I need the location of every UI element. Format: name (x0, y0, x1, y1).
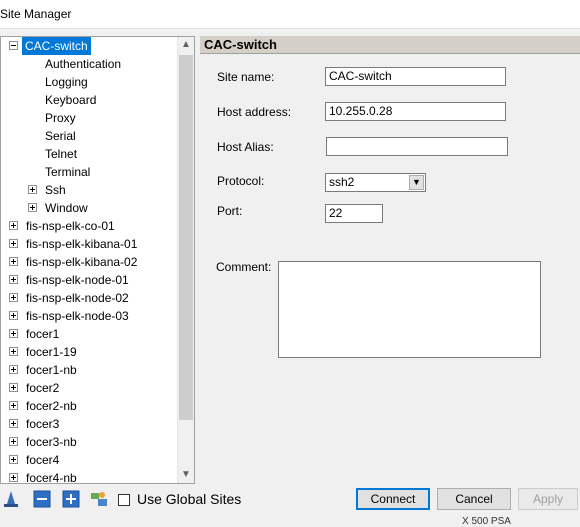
tree-site-label: focer3-nb (26, 435, 77, 449)
host-alias-field[interactable] (326, 137, 508, 156)
tree-site-label: fis-nsp-elk-node-02 (26, 291, 129, 305)
connect-tool-icon[interactable] (2, 490, 20, 508)
protocol-value: ssh2 (329, 175, 355, 189)
apply-button[interactable]: Apply (518, 488, 578, 510)
use-global-sites-label: Use Global Sites (137, 491, 242, 507)
cancel-button[interactable]: Cancel (437, 488, 511, 510)
chevron-down-icon[interactable]: ▼ (409, 175, 424, 190)
tree-site-label: fis-nsp-elk-kibana-02 (26, 255, 138, 269)
tree-child-label: Logging (45, 75, 88, 89)
expand-icon[interactable] (28, 185, 37, 194)
site-name-label: Site name: (217, 70, 275, 84)
tree-site-label: fis-nsp-elk-node-03 (26, 309, 129, 323)
host-address-label: Host address: (217, 105, 292, 119)
tree-scrollbar[interactable]: ▲ ▼ (177, 37, 194, 483)
expand-icon[interactable] (28, 203, 37, 212)
tree-site-label: focer4 (26, 453, 60, 467)
tree-site-label: focer2-nb (26, 399, 77, 413)
tree-site-label: fis-nsp-elk-co-01 (26, 219, 115, 233)
title-bar: Site Manager (0, 0, 580, 29)
port-field[interactable]: 22 (325, 204, 383, 223)
tree-child-label: Keyboard (45, 93, 97, 107)
expand-icon[interactable] (9, 347, 18, 356)
tree-site-label: focer1-19 (26, 345, 77, 359)
protocol-label: Protocol: (217, 174, 265, 188)
connect-button[interactable]: Connect (356, 488, 430, 510)
tree-child-label: Telnet (45, 147, 78, 161)
tree-item-selected[interactable]: CAC-switch (1, 37, 179, 55)
expand-icon[interactable] (9, 221, 18, 230)
scroll-down-icon[interactable]: ▼ (178, 467, 194, 483)
scroll-thumb[interactable] (179, 55, 193, 420)
expand-icon[interactable] (9, 311, 18, 320)
host-alias-label: Host Alias: (217, 140, 274, 154)
expand-icon[interactable] (9, 293, 18, 302)
tree-child-label: Serial (45, 129, 76, 143)
scroll-up-icon[interactable]: ▲ (178, 37, 194, 53)
tree-site-label: focer2 (26, 381, 60, 395)
expand-icon[interactable] (9, 383, 18, 392)
add-site-icon[interactable] (62, 490, 80, 508)
expand-icon[interactable] (9, 329, 18, 338)
protocol-select[interactable]: ssh2 ▼ (325, 173, 426, 192)
tree-site-label: fis-nsp-elk-kibana-01 (26, 237, 138, 251)
network-icon[interactable] (90, 490, 108, 508)
tree-site-label: fis-nsp-elk-node-01 (26, 273, 129, 287)
tree-site-label: focer4-nb (26, 471, 77, 484)
comment-field[interactable] (278, 261, 541, 358)
tree-child-label: Ssh (45, 183, 66, 197)
site-tree[interactable]: CAC-switch Authentication Logging Keyboard… (0, 36, 195, 484)
comment-label: Comment: (216, 260, 272, 274)
expand-icon[interactable] (9, 239, 18, 248)
tree-child-label: Terminal (45, 165, 91, 179)
status-fragment: X 500 PSA (462, 516, 511, 527)
expand-icon[interactable] (9, 365, 18, 374)
tree-site-label: focer1 (26, 327, 60, 341)
tree-child-label: Proxy (45, 111, 76, 125)
site-header: CAC-switch (200, 36, 580, 54)
expand-icon[interactable] (9, 275, 18, 284)
tree-child-label: Window (45, 201, 88, 215)
expand-icon[interactable] (9, 437, 18, 446)
remove-site-icon[interactable] (33, 490, 51, 508)
expand-icon[interactable] (9, 455, 18, 464)
tree-site-label: focer1-nb (26, 363, 77, 377)
tree-child-label: Authentication (45, 57, 122, 71)
tree-site-label: focer3 (26, 417, 60, 431)
expand-icon[interactable] (9, 257, 18, 266)
site-name-field[interactable]: CAC-switch (325, 67, 506, 86)
use-global-sites-checkbox[interactable] (118, 494, 130, 506)
expand-icon[interactable] (9, 419, 18, 428)
window-title: Site Manager (0, 7, 72, 21)
collapse-icon[interactable] (9, 41, 18, 50)
port-label: Port: (217, 204, 243, 218)
host-address-field[interactable]: 10.255.0.28 (325, 102, 506, 121)
expand-icon[interactable] (9, 473, 18, 482)
expand-icon[interactable] (9, 401, 18, 410)
tree-item-label: CAC-switch (22, 37, 91, 55)
